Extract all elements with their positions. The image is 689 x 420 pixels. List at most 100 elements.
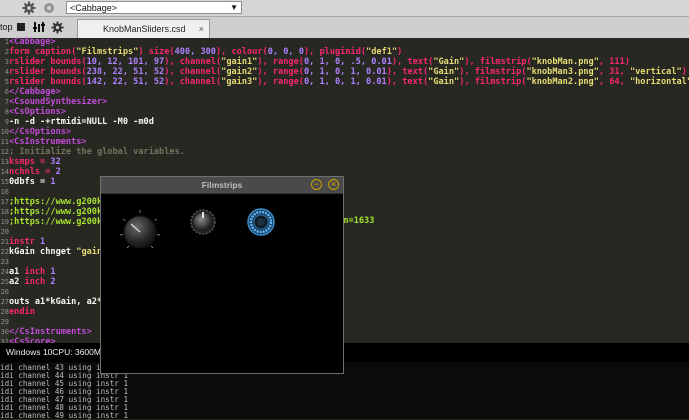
code-token: ), range( xyxy=(257,57,304,67)
code-token: rslider bounds( xyxy=(9,57,87,67)
close-button[interactable]: × xyxy=(328,179,339,190)
code-line: 11<CsInstruments> xyxy=(0,137,87,147)
code-line: 22kGain chnget "gain xyxy=(0,247,103,257)
line-number: 26 xyxy=(0,288,9,296)
code-line: 1<Cabbage> xyxy=(0,37,56,47)
line-number: 16 xyxy=(0,188,9,196)
line-number: 15 xyxy=(0,178,9,186)
code-line: 29 xyxy=(0,317,9,327)
line-number: 18 xyxy=(0,208,9,216)
code-token: , 111) xyxy=(598,57,630,67)
code-token: form caption( xyxy=(9,47,77,57)
line-number: 24 xyxy=(0,268,9,276)
plugin-icon[interactable] xyxy=(42,1,56,15)
mixer-icon[interactable] xyxy=(33,21,45,33)
gain1-knob[interactable] xyxy=(118,209,162,253)
code-token: , 31, xyxy=(598,67,630,77)
code-token: ), channel( xyxy=(164,67,222,77)
minimize-button[interactable]: − xyxy=(311,179,322,190)
code-token: -n -d -+rtmidi=NULL -M0 -m0d xyxy=(9,117,154,127)
code-token: rslider bounds( xyxy=(9,67,87,77)
line-number: 29 xyxy=(0,318,9,326)
stop-button[interactable]: top xyxy=(0,22,13,32)
code-line: 26 xyxy=(0,287,9,297)
code-line: 16 xyxy=(0,187,9,197)
code-token: ), channel( xyxy=(164,57,222,67)
code-token: "Gain" xyxy=(428,77,460,87)
main-toolbar: <Cabbage> ▼ xyxy=(0,0,689,17)
line-number: 11 xyxy=(0,138,9,146)
instrument-select[interactable]: <Cabbage> ▼ xyxy=(66,1,242,14)
code-line: 4rslider bounds(238, 22, 51, 52), channe… xyxy=(0,67,687,77)
line-number: 10 xyxy=(0,128,9,136)
code-token: ), text( xyxy=(391,57,434,67)
code-token: ;https://www.g200k xyxy=(9,197,103,207)
code-token: outs a1*kGain, a2* xyxy=(9,297,103,307)
line-number: 2 xyxy=(4,48,9,56)
code-token: 1 xyxy=(50,267,56,277)
plugin-window[interactable]: Filmstrips − × xyxy=(100,176,344,374)
code-line: 150dbfs = 1 xyxy=(0,177,56,187)
line-number: 6 xyxy=(4,88,9,96)
code-token: 0, 1, 0, .5, 0.01 xyxy=(303,57,392,67)
gain2-knob[interactable] xyxy=(247,208,275,236)
line-number: 22 xyxy=(0,248,9,256)
code-token: ), filmstrip( xyxy=(459,77,527,87)
line-number: 9 xyxy=(4,118,9,126)
line-number: 17 xyxy=(0,198,9,206)
tab-close-icon[interactable]: × xyxy=(199,20,204,39)
code-token: ) size( xyxy=(138,47,175,57)
line-number: 7 xyxy=(4,98,9,106)
line-number: 28 xyxy=(0,308,9,316)
settings-gear-icon[interactable] xyxy=(51,21,64,34)
line-number: 8 xyxy=(4,108,9,116)
code-token: 0, 0, 0 xyxy=(267,47,304,57)
code-token: 1 xyxy=(40,237,46,247)
code-token: <CsInstruments> xyxy=(9,137,87,147)
code-token: "knobMan.png" xyxy=(531,57,599,67)
line-number: 30 xyxy=(0,328,9,336)
code-token: ), filmstrip( xyxy=(459,67,527,77)
code-token: a2 xyxy=(9,277,25,287)
gain3-knob[interactable] xyxy=(190,209,216,235)
code-line: 18;https://www.g200k xyxy=(0,207,103,217)
settings-gear-icon[interactable] xyxy=(22,1,36,15)
code-token: <Cabbage> xyxy=(9,37,56,47)
code-token: ), colour( xyxy=(215,47,268,57)
line-number: 14 xyxy=(0,168,9,176)
chevron-down-icon: ▼ xyxy=(230,3,238,12)
code-line: 28endin xyxy=(0,307,35,317)
code-line: 7<CsoundSynthesizer> xyxy=(0,97,108,107)
tab-knobmansliders[interactable]: KnobManSliders.csd × xyxy=(77,19,210,38)
code-token: rslider bounds( xyxy=(9,77,87,87)
code-token: 32 xyxy=(50,157,61,167)
code-token: 1 xyxy=(50,177,56,187)
line-number: 20 xyxy=(0,228,9,236)
code-token: "knobMan3.png" xyxy=(526,67,599,77)
code-line: 8<CsOptions> xyxy=(0,107,66,117)
code-line: 23 xyxy=(0,257,9,267)
code-token: ) xyxy=(681,67,687,77)
code-token: "gain xyxy=(76,247,103,257)
line-number: 1 xyxy=(4,38,9,46)
code-token: 2 xyxy=(55,167,61,177)
instrument-select-value: <Cabbage> xyxy=(70,3,118,13)
code-line: 21instr 1 xyxy=(0,237,46,247)
code-line: 25a2 inch 2 xyxy=(0,277,56,287)
code-token: endin xyxy=(9,307,35,317)
code-token: "knobMan2.png" xyxy=(526,77,599,87)
code-token: , 64, xyxy=(598,77,630,87)
code-token: ), filmstrip( xyxy=(464,57,532,67)
line-number: 21 xyxy=(0,238,9,246)
code-token: </CsInstruments> xyxy=(9,327,92,337)
code-line: 27outs a1*kGain, a2* xyxy=(0,297,103,307)
code-token: "Gain" xyxy=(433,57,465,67)
code-token: ), range( xyxy=(257,67,304,77)
line-number: 13 xyxy=(0,158,9,166)
code-token: ), pluginid( xyxy=(303,47,367,57)
plugin-window-titlebar[interactable]: Filmstrips − × xyxy=(101,177,343,194)
stop-square-icon[interactable] xyxy=(17,23,25,31)
line-number: 23 xyxy=(0,258,9,266)
code-token: "vertical" xyxy=(629,67,682,77)
code-token: </CsOptions> xyxy=(9,127,72,137)
